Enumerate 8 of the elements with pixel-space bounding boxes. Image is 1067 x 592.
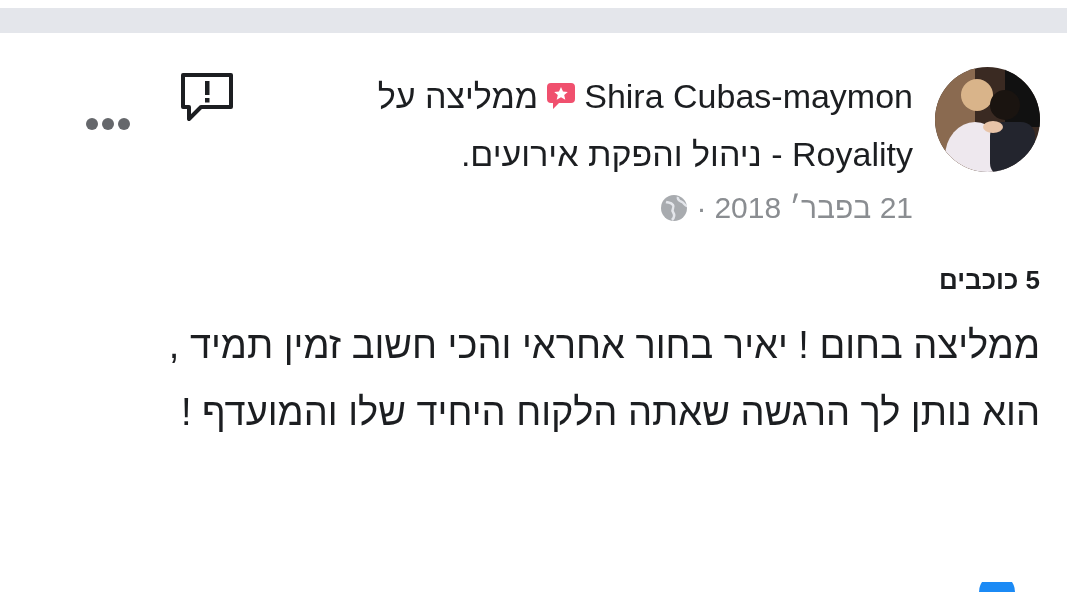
globe-icon bbox=[660, 194, 689, 222]
page-name-link[interactable]: Royality - ניהול והפקת אירועים. bbox=[235, 125, 913, 183]
recommend-text: ממליצה על bbox=[377, 76, 539, 117]
author-name-link[interactable]: Shira Cubas-maymon bbox=[584, 67, 913, 125]
rating-text: 5 כוכבים bbox=[938, 264, 1041, 297]
report-button[interactable] bbox=[179, 71, 235, 123]
review-text: ממליצה בחום ! יאיר בחור אחראי והכי חשוב זמין תמיד , הוא נותן לך הרגשה שאתה הלקוח היחיד שלו והמועדף ! bbox=[167, 323, 1041, 435]
separator-dot: · bbox=[696, 190, 707, 226]
